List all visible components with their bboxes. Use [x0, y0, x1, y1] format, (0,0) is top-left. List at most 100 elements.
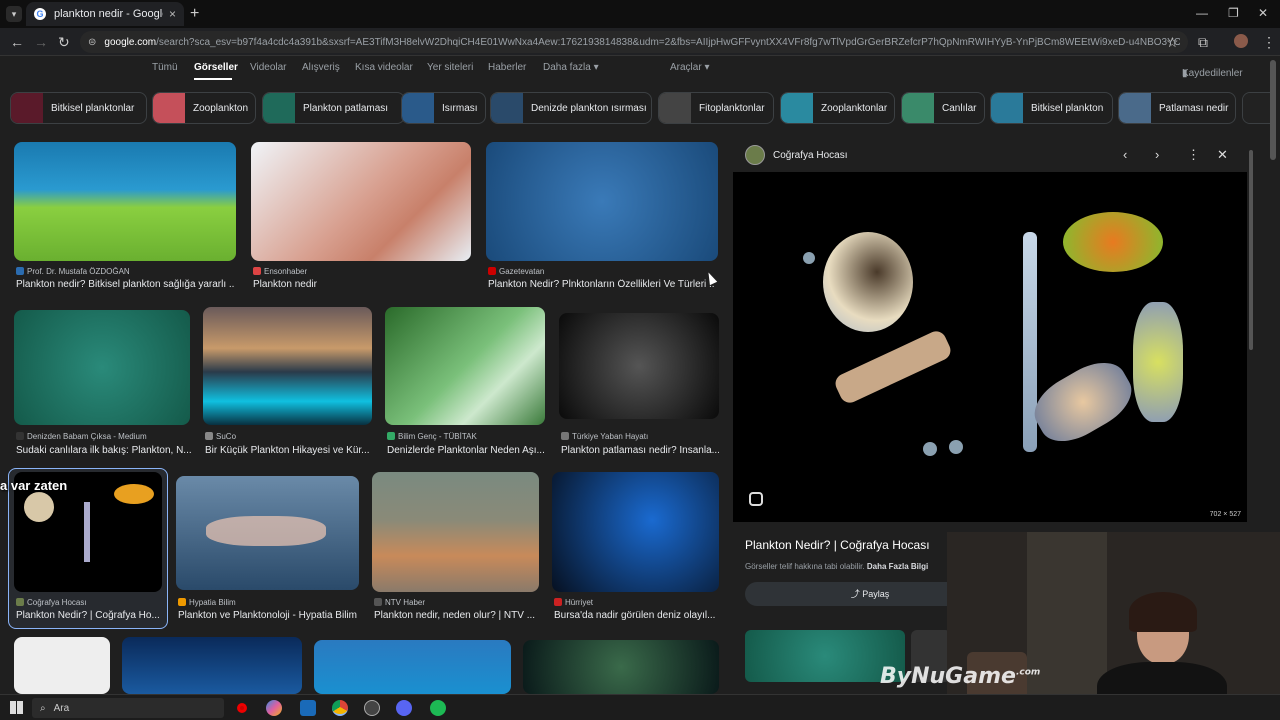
new-tab-icon[interactable]: + [190, 5, 199, 23]
more-options-icon[interactable]: ⋮ [1187, 147, 1200, 163]
chip-bitkisel-plankton[interactable]: Bitkisel plankton [990, 92, 1113, 124]
nav-images[interactable]: Görseller [194, 62, 238, 73]
result-image[interactable] [523, 640, 719, 694]
result-title[interactable]: Bursa'da nadir görülen deniz olayıl... [554, 610, 720, 621]
result-image[interactable] [14, 310, 190, 425]
tools-button[interactable]: Araçlar ▾ [670, 62, 709, 73]
minimize-icon[interactable]: — [1196, 6, 1208, 20]
extensions-icon[interactable]: ⧉ [1198, 34, 1208, 51]
chip-denizde-plankton-isirmasi[interactable]: Denizde plankton ısırması [490, 92, 652, 124]
result-source-name: Bilim Genç - TÜBİTAK [398, 432, 477, 441]
url-path: /search?sca_esv=b97f4a4cdc4a391b&sxsrf=A… [156, 36, 1180, 48]
result-image[interactable] [372, 472, 539, 592]
result-title[interactable]: Denizlerde Planktonlar Neden Aşı... [387, 445, 547, 456]
window-close-icon[interactable]: ✕ [1258, 6, 1268, 20]
source-favicon-icon [16, 267, 24, 275]
more-info-link[interactable]: Daha Fazla Bilgi [867, 562, 928, 571]
result-image[interactable] [122, 637, 302, 694]
result-image[interactable] [385, 307, 545, 425]
profile-icon[interactable] [1234, 34, 1248, 48]
next-icon[interactable]: › [1155, 147, 1159, 162]
steam-icon[interactable] [300, 700, 316, 716]
share-label: Paylaş [862, 589, 890, 599]
chip-fitoplanktonlar[interactable]: Fitoplanktonlar [658, 92, 774, 124]
reload-icon[interactable]: ↻ [58, 34, 70, 51]
lens-search-icon[interactable] [749, 492, 763, 506]
copyright-text: Görseller telif hakkına tabi olabilir. [745, 562, 865, 571]
chip-label: Isırması [442, 102, 478, 114]
result-title[interactable]: Plankton nedir, neden olur? | NTV ... [374, 610, 540, 621]
maximize-icon[interactable]: ❐ [1228, 6, 1239, 20]
previous-icon[interactable]: ‹ [1123, 147, 1127, 162]
tab-list-icon[interactable]: ▾ [6, 6, 22, 22]
result-image[interactable] [486, 142, 718, 261]
discord-icon[interactable] [396, 700, 412, 716]
chip-more[interactable] [1242, 92, 1272, 124]
nav-more[interactable]: Daha fazla ▾ [543, 62, 599, 73]
result-title[interactable]: Plankton Nedir? | Coğrafya Ho... [16, 610, 164, 621]
result-title[interactable]: Plankton nedir [253, 279, 471, 290]
nav-all[interactable]: Tümü [152, 62, 178, 73]
chrome-icon[interactable] [332, 700, 348, 716]
result-image[interactable] [559, 313, 719, 419]
close-icon[interactable]: × [169, 7, 176, 21]
address-bar[interactable]: ⊜ google.com /search?sca_esv=b97f4a4cdc4… [80, 31, 1188, 53]
panel-scrollbar[interactable] [1249, 150, 1253, 350]
chip-thumbnail [902, 93, 934, 123]
chip-label: Bitkisel plankton [1031, 102, 1104, 114]
chip-bitkisel-planktonlar[interactable]: Bitkisel planktonlar [10, 92, 147, 124]
chip-zooplanktonlar[interactable]: Zooplanktonlar [780, 92, 895, 124]
chip-zooplankton[interactable]: Zooplankton [152, 92, 256, 124]
source-favicon-icon [561, 432, 569, 440]
nav-short-videos[interactable]: Kısa videolar [355, 62, 413, 73]
result-source: Denizden Babam Çıksa - Medium [16, 432, 188, 441]
nav-shopping[interactable]: Alışveriş [302, 62, 340, 73]
result-title[interactable]: Plankton ve Planktonoloji - Hypatia Bili… [178, 610, 362, 621]
result-image[interactable] [203, 307, 372, 425]
result-title[interactable]: Plankton nedir? Bitkisel plankton sağlığ… [16, 279, 234, 290]
page-scrollbar[interactable] [1270, 60, 1276, 160]
chip-label: Zooplanktonlar [821, 102, 888, 114]
chip-isirmasi[interactable]: Isırması [401, 92, 486, 124]
result-source: Bilim Genç - TÜBİTAK [387, 432, 545, 441]
result-title[interactable]: Sudaki canlılara ilk bakış: Plankton, N.… [16, 445, 192, 456]
result-source-name: SuCo [216, 432, 237, 441]
close-panel-icon[interactable]: ✕ [1217, 147, 1228, 163]
result-image[interactable] [552, 472, 719, 592]
back-icon[interactable]: ← [10, 34, 24, 50]
panel-site-name: Coğrafya Hocası [773, 149, 848, 161]
result-title[interactable]: Bir Küçük Plankton Hikayesi ve Kür... [205, 445, 373, 456]
panel-source[interactable]: Coğrafya Hocası [745, 144, 847, 166]
browser-tab[interactable]: G plankton nedir - Google'da Ara × [26, 2, 184, 26]
obs-icon[interactable] [364, 700, 380, 716]
chip-label: Canlılar [942, 102, 977, 114]
start-windows-icon[interactable] [10, 701, 23, 714]
source-favicon-icon [374, 598, 382, 606]
forward-icon[interactable]: → [34, 34, 48, 50]
result-image[interactable] [314, 640, 511, 694]
watermark-text: ByNuGame [880, 664, 1016, 689]
result-title[interactable]: Plankton patlaması nedir? İnsanla... [561, 445, 719, 456]
search-type-nav: Tümü Görseller Videolar Alışveriş Kısa v… [0, 56, 1280, 82]
chip-patlamasi-nedir[interactable]: Patlaması nedir [1118, 92, 1236, 124]
menu-icon[interactable]: ⋮ [1262, 34, 1276, 51]
nav-places[interactable]: Yer siteleri [427, 62, 473, 73]
result-image[interactable] [14, 637, 110, 694]
result-title[interactable]: Plankton Nedir? Plnktonların Özellikleri… [488, 279, 714, 290]
copilot-icon[interactable] [266, 700, 282, 716]
result-image[interactable] [251, 142, 471, 261]
chip-plankton-patlamasi[interactable]: Plankton patlaması [262, 92, 405, 124]
result-image[interactable] [14, 142, 236, 261]
preview-image[interactable]: 702 × 527 [733, 172, 1247, 522]
opera-icon[interactable] [234, 700, 250, 716]
toolbar: ← → ↻ ⊜ google.com /search?sca_esv=b97f4… [0, 28, 1280, 56]
panel-title[interactable]: Plankton Nedir? | Coğrafya Hocası [745, 538, 930, 552]
spotify-icon[interactable] [430, 700, 446, 716]
nav-news[interactable]: Haberler [488, 62, 526, 73]
site-info-icon[interactable]: ⊜ [88, 37, 96, 48]
result-image[interactable] [176, 476, 359, 590]
nav-videos[interactable]: Videolar [250, 62, 287, 73]
taskbar-search[interactable]: ⌕ Ara [32, 698, 224, 718]
chip-canlilar[interactable]: Canlılar [901, 92, 985, 124]
bookmark-star-icon[interactable]: ☆ [1166, 34, 1179, 51]
